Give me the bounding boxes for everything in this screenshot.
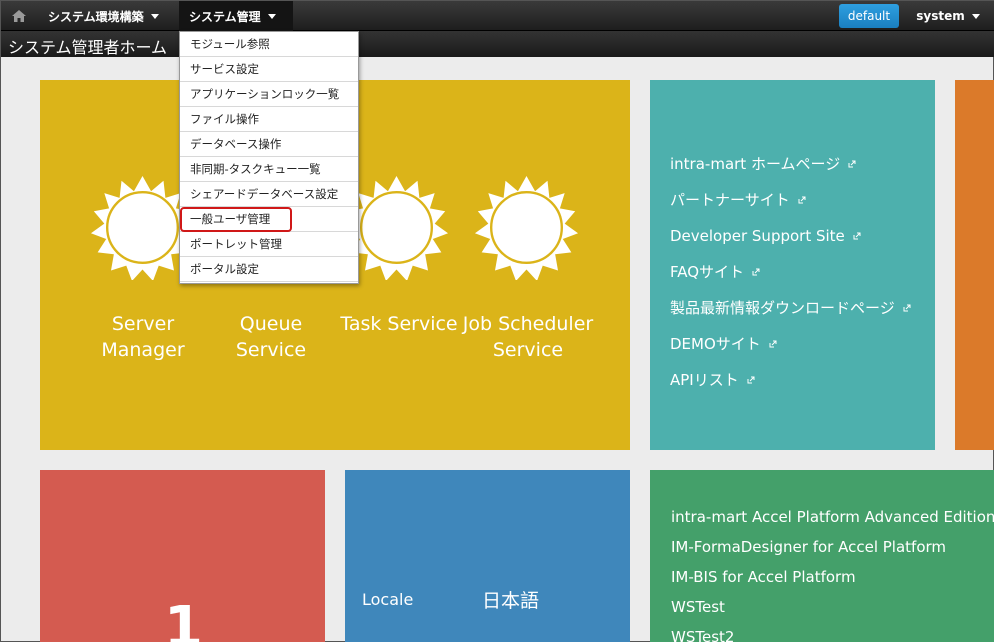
sun-icon[interactable] <box>474 175 579 280</box>
link-label: DEMOサイト <box>670 335 761 353</box>
link-item[interactable]: DEMOサイト <box>670 326 911 362</box>
menu-item-async-task-queue[interactable]: 非同期-タスクキュー一覧 <box>180 157 358 182</box>
menu-item-module-reference[interactable]: モジュール参照 <box>180 32 358 57</box>
product-item[interactable]: intra-mart Accel Platform Advanced Editi… <box>671 506 994 536</box>
service-job-scheduler[interactable]: Job Scheduler Service <box>462 311 594 363</box>
link-label: 製品最新情報ダウンロードページ <box>670 299 895 317</box>
locale-label: Locale <box>362 590 414 609</box>
link-label: FAQサイト <box>670 263 745 281</box>
menu-item-shared-database[interactable]: シェアードデータベース設定 <box>180 182 358 207</box>
service-line1: Server <box>111 313 175 335</box>
menu-item-database-operation[interactable]: データベース操作 <box>180 132 358 157</box>
home-button[interactable] <box>5 4 33 28</box>
product-item[interactable]: IM-BIS for Accel Platform <box>671 566 994 596</box>
menu-item-application-lock-list[interactable]: アプリケーションロック一覧 <box>180 82 358 107</box>
link-label: APIリスト <box>670 371 739 389</box>
menu-item-portlet-management[interactable]: ポートレット管理 <box>180 232 358 257</box>
menu-system-environment-label: システム環境構築 <box>48 9 144 24</box>
link-item[interactable]: APIリスト <box>670 362 911 398</box>
external-link-icon <box>853 232 861 240</box>
service-line1: Task Service <box>340 313 458 335</box>
title-bar: システム管理者ホーム <box>1 31 994 57</box>
service-task[interactable]: Task Service <box>336 311 462 337</box>
chevron-down-icon <box>267 13 276 19</box>
link-label: パートナーサイト <box>670 191 790 209</box>
external-link-icon <box>848 160 856 168</box>
external-link-icon <box>752 268 760 276</box>
menu-system-environment[interactable]: システム環境構築 <box>38 1 172 31</box>
product-item[interactable]: WSTest2 <box>671 626 994 642</box>
chevron-down-icon <box>150 13 159 19</box>
link-item[interactable]: 製品最新情報ダウンロードページ <box>670 290 911 326</box>
link-item[interactable]: Developer Support Site <box>670 218 911 254</box>
service-line2: Manager <box>101 339 185 361</box>
external-link-icon <box>903 304 911 312</box>
page-title: システム管理者ホーム <box>8 38 168 57</box>
products-tile: intra-mart Accel Platform Advanced Editi… <box>650 470 994 642</box>
product-item[interactable]: WSTest <box>671 596 994 626</box>
locale-value: 日本語 <box>482 590 540 612</box>
count-tile[interactable]: 1 <box>40 470 325 642</box>
chevron-down-icon <box>971 13 980 19</box>
link-list: intra-mart ホームページ パートナーサイト Developer Sup… <box>670 146 911 398</box>
product-item[interactable]: IM-FormaDesigner for Accel Platform <box>671 536 994 566</box>
external-link-icon <box>798 196 806 204</box>
service-line1: Queue <box>239 313 303 335</box>
default-button[interactable]: default <box>839 4 899 28</box>
system-management-dropdown: モジュール参照 サービス設定 アプリケーションロック一覧 ファイル操作 データベ… <box>179 31 359 284</box>
top-navbar: システム環境構築 システム管理 default system <box>1 1 994 31</box>
count-value: 1 <box>164 595 203 642</box>
link-item[interactable]: パートナーサイト <box>670 182 911 218</box>
service-line1: Job Scheduler <box>462 313 594 335</box>
user-menu[interactable]: system <box>905 1 991 31</box>
external-link-icon <box>747 376 755 384</box>
link-item[interactable]: FAQサイト <box>670 254 911 290</box>
external-link-icon <box>769 340 777 348</box>
menu-system-management[interactable]: システム管理 <box>179 1 293 31</box>
service-server-manager[interactable]: Server Manager <box>84 311 202 363</box>
service-line2: Service <box>492 339 564 361</box>
menu-item-file-operation[interactable]: ファイル操作 <box>180 107 358 132</box>
menu-item-general-user-management[interactable]: 一般ユーザ管理 <box>180 207 358 232</box>
locale-tile[interactable]: Locale 日本語 <box>345 470 630 642</box>
service-line2: Service <box>235 339 307 361</box>
links-tile: intra-mart ホームページ パートナーサイト Developer Sup… <box>650 80 935 450</box>
service-queue[interactable]: Queue Service <box>212 311 330 363</box>
sun-icon[interactable] <box>344 175 449 280</box>
menu-item-portal-settings[interactable]: ポータル設定 <box>180 257 358 282</box>
menu-item-service-settings[interactable]: サービス設定 <box>180 57 358 82</box>
orange-tile[interactable] <box>955 80 994 450</box>
user-name: system <box>916 9 965 23</box>
home-icon <box>12 10 26 22</box>
product-list: intra-mart Accel Platform Advanced Editi… <box>671 506 994 642</box>
menu-system-management-label: システム管理 <box>189 9 261 24</box>
link-label: Developer Support Site <box>670 227 845 245</box>
link-label: intra-mart ホームページ <box>670 155 841 173</box>
link-item[interactable]: intra-mart ホームページ <box>670 146 911 182</box>
